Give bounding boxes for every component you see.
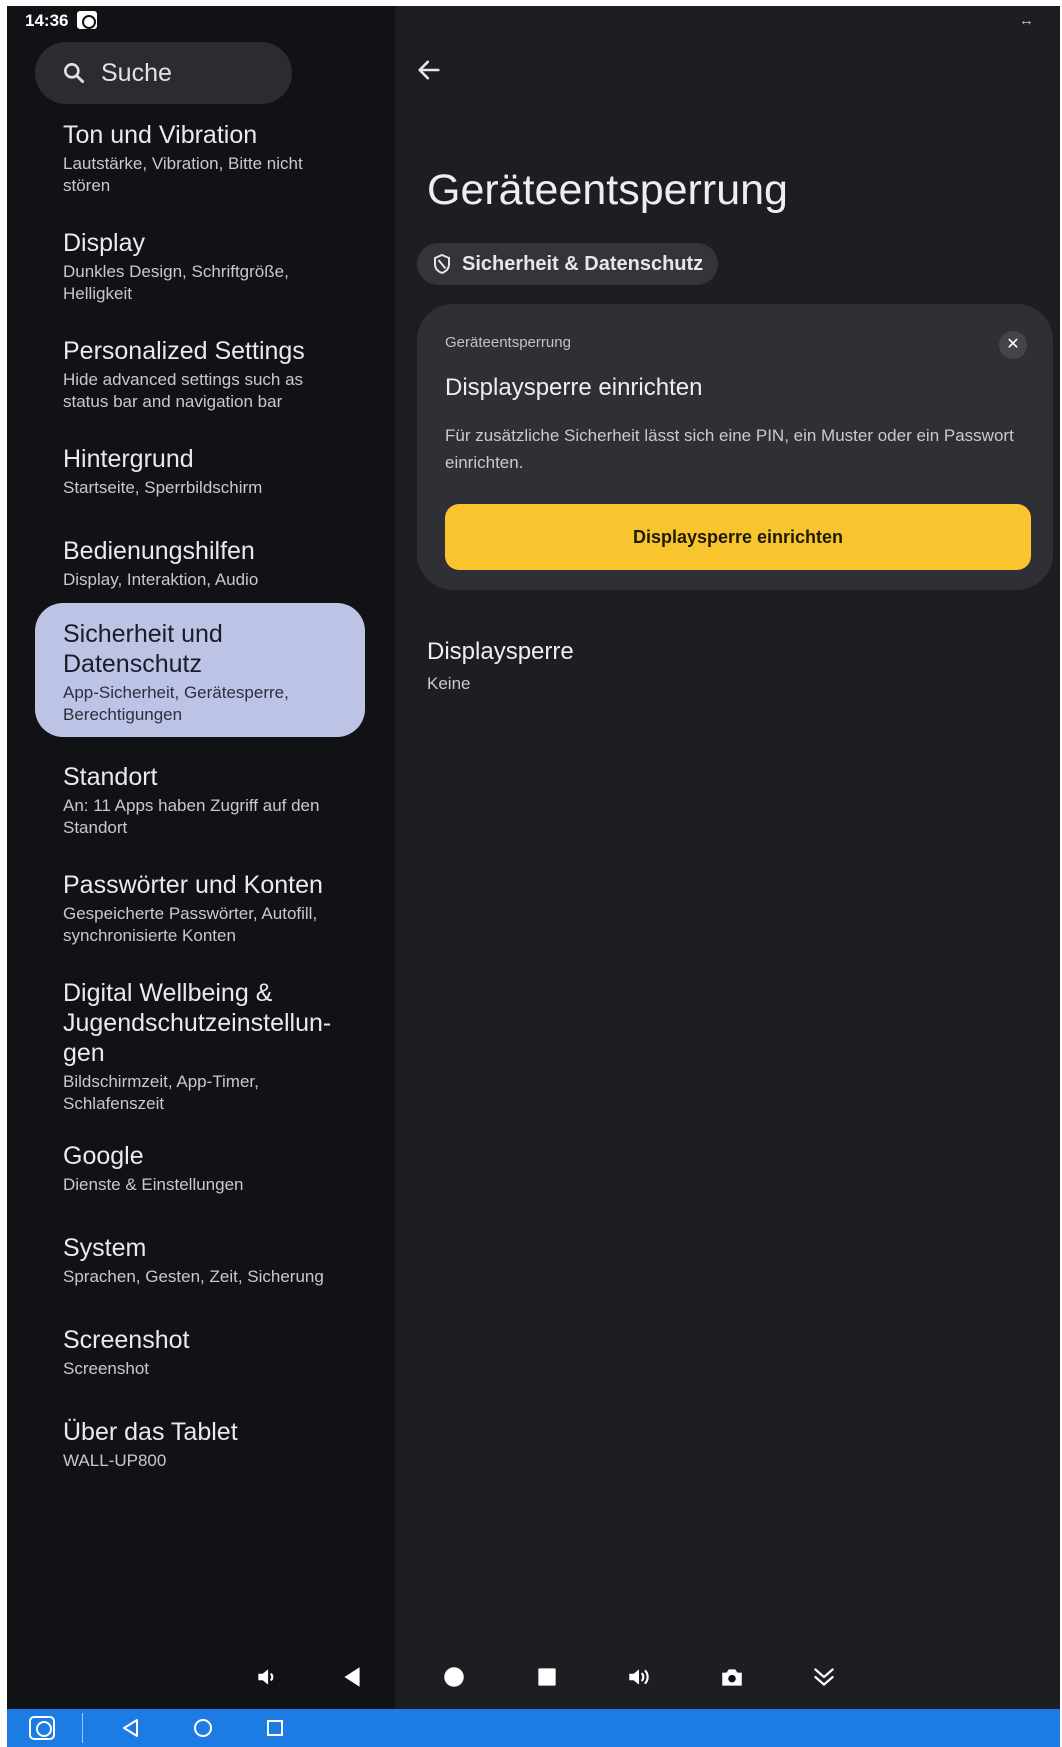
recents-square-icon[interactable] xyxy=(532,1662,562,1692)
sidebar-item-title: Sicherheit und Datenschutz xyxy=(63,620,223,678)
sidebar-item-title: System xyxy=(63,1234,147,1262)
remote-session-icon xyxy=(77,11,97,29)
sidebar-item-google[interactable]: Google Dienste & Einstellungen xyxy=(35,1125,365,1212)
preference-title: Displaysperre xyxy=(427,638,574,665)
search-bar[interactable]: Suche xyxy=(35,42,292,104)
sidebar-item-subtitle: Screenshot xyxy=(63,1359,149,1378)
sidebar-item-subtitle: An: 11 Apps haben Zugriff auf den Stando… xyxy=(63,796,320,837)
sidebar-item-accessibility[interactable]: Bedienungshilfen Display, Interaktion, A… xyxy=(35,520,365,607)
sidebar-item-subtitle: WALL-UP800 xyxy=(63,1451,167,1470)
sidebar-item-system[interactable]: System Sprachen, Gesten, Zeit, Sicherung xyxy=(35,1217,365,1304)
navigation-bar xyxy=(7,1642,1060,1709)
shield-icon xyxy=(434,253,450,275)
sidebar-item-title: Bedienungshilfen xyxy=(63,537,255,565)
close-icon[interactable]: ✕ xyxy=(999,331,1027,359)
search-label: Suche xyxy=(101,58,172,87)
detail-pane: ↔ Geräteentsperrung Sicherheit & Datensc… xyxy=(395,6,1060,1642)
tablet-screen: 14:36 Suche Ton und Vibration Lautstärke… xyxy=(7,6,1060,1709)
settings-sidebar: 14:36 Suche Ton und Vibration Lautstärke… xyxy=(7,6,395,1642)
volume-up-icon[interactable] xyxy=(624,1662,654,1692)
sidebar-item-title: Digital Wellbeing & Jugendschutzeinstell… xyxy=(63,979,332,1067)
preference-value: Keine xyxy=(427,674,471,693)
teamviewer-icon[interactable] xyxy=(29,1716,55,1740)
sidebar-item-about-tablet[interactable]: Über das Tablet WALL-UP800 xyxy=(35,1401,365,1488)
sidebar-item-sound[interactable]: Ton und Vibration Lautstärke, Vibration,… xyxy=(35,104,365,213)
sidebar-item-subtitle: Gespeicherte Passwörter, Autofill, synch… xyxy=(63,904,318,945)
home-circle-icon[interactable] xyxy=(439,1662,469,1692)
sidebar-item-title: Google xyxy=(63,1142,144,1170)
sidebar-item-subtitle: Lautstärke, Vibration, Bitte nicht störe… xyxy=(63,154,303,195)
home-circle-outline-icon[interactable] xyxy=(192,1717,214,1739)
sidebar-item-digital-wellbeing[interactable]: Digital Wellbeing & Jugendschutzeinstell… xyxy=(35,962,365,1131)
breadcrumb-label: Sicherheit & Datenschutz xyxy=(462,252,704,275)
sidebar-item-location[interactable]: Standort An: 11 Apps haben Zugriff auf d… xyxy=(35,746,365,855)
sidebar-item-title: Ton und Vibration xyxy=(63,121,258,149)
sidebar-item-subtitle: App-Sicherheit, Gerätesperre, Berechtigu… xyxy=(63,683,289,724)
breadcrumb-chip[interactable]: Sicherheit & Datenschutz xyxy=(417,243,719,285)
sidebar-item-personalized-settings[interactable]: Personalized Settings Hide advanced sett… xyxy=(35,320,365,429)
sidebar-item-title: Personalized Settings xyxy=(63,337,305,365)
page-title: Geräteentsperrung xyxy=(427,166,788,214)
back-triangle-outline-icon[interactable] xyxy=(120,1717,142,1739)
back-triangle-icon[interactable] xyxy=(337,1662,367,1692)
sidebar-item-subtitle: Display, Interaktion, Audio xyxy=(63,570,259,589)
sidebar-item-subtitle: Bildschirmzeit, App-Timer, Schlafenszeit xyxy=(63,1072,259,1113)
sidebar-item-title: Display xyxy=(63,229,145,257)
setup-screen-lock-button[interactable]: Displaysperre einrichten xyxy=(445,504,1031,570)
sidebar-item-subtitle: Sprachen, Gesten, Zeit, Sicherung xyxy=(63,1267,324,1286)
collapse-chevrons-icon[interactable] xyxy=(809,1662,839,1692)
screen-lock-preference[interactable]: Displaysperre Keine xyxy=(427,638,574,694)
sidebar-item-title: Hintergrund xyxy=(63,445,194,473)
sidebar-item-display[interactable]: Display Dunkles Design, Schriftgröße, He… xyxy=(35,212,365,321)
card-title: Displaysperre einrichten xyxy=(445,374,703,401)
sidebar-item-subtitle: Dienste & Einstellungen xyxy=(63,1175,244,1194)
sidebar-item-title: Passwörter und Konten xyxy=(63,871,323,899)
resize-icon[interactable]: ↔ xyxy=(1019,12,1034,29)
recents-square-outline-icon[interactable] xyxy=(264,1717,286,1739)
sidebar-item-screenshot[interactable]: Screenshot Screenshot xyxy=(35,1309,365,1396)
sidebar-item-passwords-accounts[interactable]: Passwörter und Konten Gespeicherte Passw… xyxy=(35,854,365,963)
sidebar-item-title: Über das Tablet xyxy=(63,1418,238,1446)
back-arrow-icon[interactable] xyxy=(415,56,443,84)
card-body: Für zusätzliche Sicherheit lässt sich ei… xyxy=(445,426,1014,472)
camera-icon[interactable] xyxy=(717,1662,747,1692)
sidebar-item-subtitle: Dunkles Design, Schriftgröße, Helligkeit xyxy=(63,262,289,303)
card-overline: Geräteentsperrung xyxy=(445,334,571,351)
search-icon xyxy=(64,63,85,84)
taskbar-divider xyxy=(82,1713,83,1743)
volume-down-icon[interactable] xyxy=(252,1662,282,1692)
sidebar-item-subtitle: Hide advanced settings such as status ba… xyxy=(63,370,304,411)
sidebar-item-title: Screenshot xyxy=(63,1326,190,1354)
sidebar-item-subtitle: Startseite, Sperrbildschirm xyxy=(63,478,263,497)
sidebar-item-title: Standort xyxy=(63,763,158,791)
host-taskbar xyxy=(7,1709,1060,1747)
status-time: 14:36 xyxy=(25,11,69,30)
sidebar-item-wallpaper[interactable]: Hintergrund Startseite, Sperrbildschirm xyxy=(35,428,365,515)
sidebar-item-security-privacy[interactable]: Sicherheit und Datenschutz App-Sicherhei… xyxy=(35,603,365,737)
setup-suggestion-card: Geräteentsperrung ✕ Displaysperre einric… xyxy=(417,304,1053,590)
